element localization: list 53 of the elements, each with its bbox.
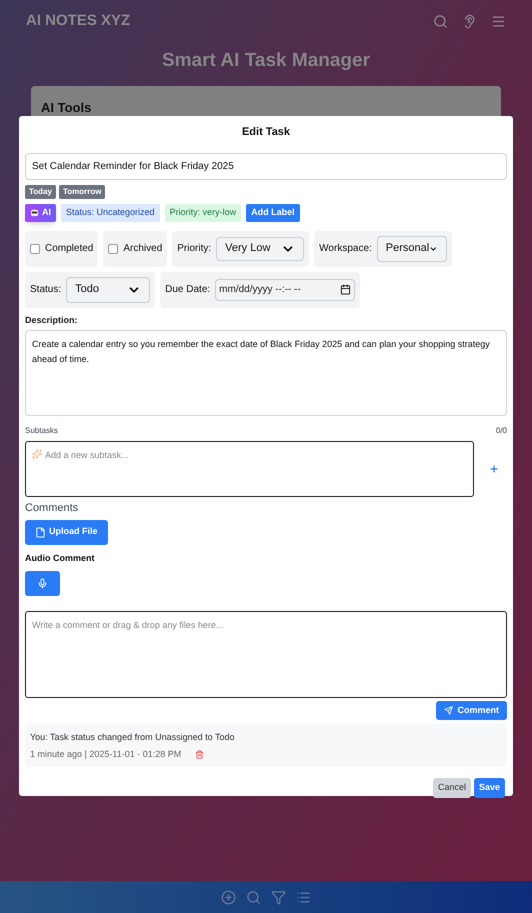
add-subtask-icon[interactable] [489, 464, 499, 474]
description-field[interactable]: Create a calendar entry so you remember the exact date of Black Friday 2025 and can plan your shopping strategy ahead of time. [25, 330, 507, 416]
sparkles-icon [32, 449, 42, 459]
subtask-field[interactable]: Add a new subtask... [25, 441, 474, 497]
app-brand: AI NOTES XYZ [26, 11, 130, 31]
checkbox-label: Archived [123, 242, 162, 256]
priority-label: Priority: [177, 242, 212, 256]
calendar-icon[interactable] [340, 284, 352, 295]
label-tag: Priority: very-low [164, 204, 242, 222]
add-label-button[interactable]: Add Label [246, 204, 300, 222]
subtasks-label: Subtasks [25, 425, 58, 437]
page-title: Smart AI Task Manager [160, 48, 372, 72]
microphone-icon [37, 578, 48, 589]
workspace-select[interactable]: Personal [376, 236, 447, 262]
list-icon[interactable] [296, 890, 311, 904]
due-date-label: Due Date: [165, 283, 210, 297]
comment-field[interactable]: Write a comment or drag & drop any files here... [25, 611, 507, 698]
checkbox[interactable] [30, 244, 40, 254]
menu-icon[interactable] [491, 14, 506, 29]
status-label: Status: [30, 283, 62, 297]
label-tag: Status: Uncategorized [61, 204, 160, 222]
checkbox-label: Completed [45, 242, 94, 256]
activity-meta: 1 minute ago | 2025-11-01 - 01:28 PM [30, 748, 182, 761]
date-chip[interactable]: Tomorrow [58, 184, 106, 198]
task-title-field[interactable]: Set Calendar Reminder for Black Friday 2025 [25, 152, 507, 180]
date-chip[interactable]: Today [25, 184, 56, 198]
microphone-button[interactable] [25, 571, 60, 596]
ear-icon[interactable] [462, 14, 477, 29]
upload-file-button[interactable]: Upload File [25, 520, 108, 544]
subtask-count: 0/0 [496, 425, 507, 437]
ai-button[interactable]: AI [25, 204, 56, 222]
save-button[interactable]: Save [474, 778, 505, 798]
audio-comment-label: Audio Comment [25, 552, 96, 564]
description-label: Description: [25, 314, 79, 327]
priority-select[interactable]: Very Low [216, 236, 304, 260]
due-date-field[interactable]: mm/dd/yyyy --:-- -- [215, 278, 356, 300]
activity-text: You: Task status changed from Unassigned to Todo [30, 731, 236, 744]
delete-icon[interactable] [195, 750, 204, 759]
dialog-title: Edit Task [240, 125, 292, 140]
send-icon [444, 706, 454, 715]
comment-button[interactable]: Comment [436, 701, 507, 720]
card-title: AI Tools [41, 100, 92, 115]
comments-heading: Comments [25, 501, 80, 516]
add-icon[interactable] [221, 890, 236, 904]
checkbox[interactable] [108, 244, 118, 254]
cancel-button[interactable]: Cancel [432, 778, 471, 798]
file-icon [35, 526, 46, 538]
workspace-label: Workspace: [319, 242, 372, 256]
filter-icon[interactable] [271, 890, 286, 904]
status-select[interactable]: Todo [66, 276, 150, 302]
search-icon[interactable] [433, 14, 448, 29]
search-icon[interactable] [246, 890, 261, 904]
robot-icon [30, 208, 39, 217]
